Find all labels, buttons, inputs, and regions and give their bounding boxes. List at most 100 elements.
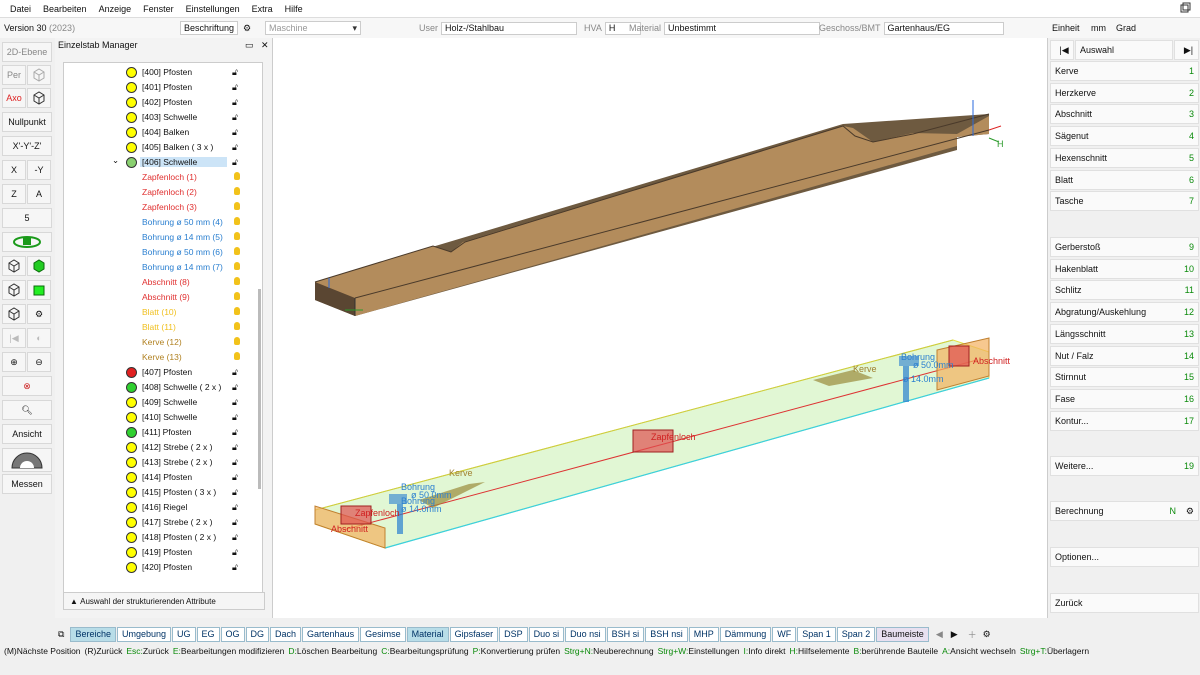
tab-4[interactable]: OG xyxy=(220,626,245,642)
tab-14[interactable]: BSH si xyxy=(606,626,645,642)
lock-icon[interactable]: 🔓︎ xyxy=(232,547,238,558)
tree-row[interactable]: [409] Schwelle 🔓︎ xyxy=(64,395,262,410)
user-field[interactable]: User Holz-/Stahlbau xyxy=(416,21,578,35)
unit-grad[interactable]: Grad xyxy=(1116,21,1136,35)
bulb-icon[interactable] xyxy=(234,247,240,255)
tab-5[interactable]: DG xyxy=(245,626,270,642)
lock-icon[interactable]: 🔓︎ xyxy=(232,427,238,438)
axo-button[interactable]: Axo xyxy=(2,88,26,108)
rotate-view-icon[interactable] xyxy=(2,232,52,252)
tree-row[interactable]: Zapfenloch (3) xyxy=(64,200,262,215)
tree-row[interactable]: [403] Schwelle 🔓︎ xyxy=(64,110,262,125)
operation-item[interactable]: Herzkerve 2 xyxy=(1050,82,1199,103)
view-minus-y-button[interactable]: -Y xyxy=(27,160,51,180)
lock-icon[interactable]: 🔓︎ xyxy=(232,97,238,108)
tab-18[interactable]: WF xyxy=(772,626,797,642)
tree-row[interactable]: [414] Pfosten 🔓︎ xyxy=(64,470,262,485)
lock-icon[interactable]: 🔓︎ xyxy=(232,487,238,498)
tab-15[interactable]: BSH nsi xyxy=(645,626,688,642)
lock-icon[interactable]: 🔓︎ xyxy=(232,127,238,138)
lock-icon[interactable]: 🔓︎ xyxy=(232,382,238,393)
view-5-button[interactable]: 5 xyxy=(2,208,52,228)
outline-cube-icon[interactable] xyxy=(2,280,26,300)
lock-icon[interactable]: 🔓︎ xyxy=(232,367,238,378)
restore-tab-icon[interactable]: ⧉ xyxy=(58,629,64,640)
nullpunkt-button[interactable]: Nullpunkt xyxy=(2,112,52,132)
tree-row[interactable]: [406] Schwelle 🔓︎ ⌄ xyxy=(64,155,262,170)
wireframe-cube-icon[interactable] xyxy=(2,256,26,276)
tree-row[interactable]: [419] Pfosten 🔓︎ xyxy=(64,545,262,560)
bulb-icon[interactable] xyxy=(234,232,240,240)
tab-17[interactable]: Dämmung xyxy=(719,626,772,642)
tree-row[interactable]: [420] Pfosten 🔓︎ xyxy=(64,560,262,575)
operation-item[interactable]: Gerberstoß 9 xyxy=(1050,237,1199,257)
lock-icon[interactable]: 🔓︎ xyxy=(232,142,238,153)
tree-row[interactable]: [413] Strebe ( 2 x ) 🔓︎ xyxy=(64,455,262,470)
lock-icon[interactable]: 🔓︎ xyxy=(232,472,238,483)
menu-bearbeiten[interactable]: Bearbeiten xyxy=(37,4,93,14)
tree-row[interactable]: Bohrung ø 14 mm (5) xyxy=(64,230,262,245)
tree-row[interactable]: [401] Pfosten 🔓︎ xyxy=(64,80,262,95)
view-z-button[interactable]: Z xyxy=(2,184,26,204)
bulb-icon[interactable] xyxy=(234,277,240,285)
tree-row[interactable]: Blatt (11) xyxy=(64,320,262,335)
menu-einstellungen[interactable]: Einstellungen xyxy=(180,4,246,14)
attribute-selection-button[interactable]: ▲ Auswahl der strukturierenden Attribute xyxy=(63,592,265,610)
view-x-button[interactable]: X xyxy=(2,160,26,180)
operation-item[interactable]: Blatt 6 xyxy=(1050,169,1199,190)
messen-button[interactable]: Messen xyxy=(2,474,52,494)
tree-row[interactable]: Abschnitt (8) xyxy=(64,275,262,290)
tree-row[interactable]: Abschnitt (9) xyxy=(64,290,262,305)
tree-row[interactable]: [411] Pfosten 🔓︎ xyxy=(64,425,262,440)
bulb-icon[interactable] xyxy=(234,292,240,300)
tab-11[interactable]: DSP xyxy=(499,626,528,642)
view-a-button[interactable]: A xyxy=(27,184,51,204)
tab-21[interactable]: Baumeiste xyxy=(876,626,929,642)
operation-item[interactable]: Hakenblatt 10 xyxy=(1050,258,1199,279)
tree-row[interactable]: Zapfenloch (1) xyxy=(64,170,262,185)
tree-row[interactable]: Kerve (13) xyxy=(64,350,262,365)
geschoss-field[interactable]: Geschoss/BMT Gartenhaus/EG xyxy=(816,21,1004,35)
operation-item[interactable]: Abschnitt 3 xyxy=(1050,104,1199,125)
operation-item[interactable]: Schlitz 11 xyxy=(1050,280,1199,301)
menu-fenster[interactable]: Fenster xyxy=(137,4,180,14)
menu-hilfe[interactable]: Hilfe xyxy=(279,4,309,14)
lock-icon[interactable]: 🔓︎ xyxy=(232,82,238,93)
lock-icon[interactable]: 🔓︎ xyxy=(232,397,238,408)
model-canvas[interactable]: H Kerve Kerve Zapfenloch Zapfenloch Absc… xyxy=(273,38,1047,618)
lock-icon[interactable]: 🔓︎ xyxy=(232,442,238,453)
lock-icon[interactable]: 🔓︎ xyxy=(232,157,238,168)
operation-item[interactable]: Kerve 1 xyxy=(1050,61,1199,81)
protractor-icon[interactable] xyxy=(2,448,52,472)
tree-row[interactable]: [417] Strebe ( 2 x ) 🔓︎ xyxy=(64,515,262,530)
tab-2[interactable]: UG xyxy=(172,626,196,642)
zoom-window-icon[interactable]: 🔍︎ xyxy=(2,400,52,420)
menu-anzeige[interactable]: Anzeige xyxy=(93,4,138,14)
tree-row[interactable]: Bohrung ø 14 mm (7) xyxy=(64,260,262,275)
lock-icon[interactable]: 🔓︎ xyxy=(232,532,238,543)
menu-datei[interactable]: Datei xyxy=(4,4,37,14)
tab-settings-icon[interactable]: ⚙ xyxy=(983,629,991,640)
lock-icon[interactable]: 🔓︎ xyxy=(232,517,238,528)
maschine-select[interactable]: Maschine ▾ xyxy=(265,21,361,35)
zoom-out-icon[interactable]: ⊖ xyxy=(27,352,51,372)
menu-extra[interactable]: Extra xyxy=(246,4,279,14)
tree-row[interactable]: [402] Pfosten 🔓︎ xyxy=(64,95,262,110)
tree-row[interactable]: Zapfenloch (2) xyxy=(64,185,262,200)
operation-item[interactable]: Abgratung/Auskehlung 12 xyxy=(1050,302,1199,323)
tab-3[interactable]: EG xyxy=(196,626,220,642)
perspective-cube-icon[interactable] xyxy=(27,65,51,85)
last-icon[interactable]: ▶| xyxy=(1174,40,1199,60)
bulb-disabled-icon[interactable]: ◐ xyxy=(27,328,51,348)
bulb-icon[interactable] xyxy=(234,202,240,210)
operation-item[interactable]: Fase 16 xyxy=(1050,388,1199,409)
material-field[interactable]: Material Unbestimmt xyxy=(626,21,821,35)
tree-row[interactable]: [407] Pfosten 🔓︎ xyxy=(64,365,262,380)
tree-row[interactable]: Bohrung ø 50 mm (6) xyxy=(64,245,262,260)
tab-20[interactable]: Span 2 xyxy=(836,626,876,642)
operation-item[interactable]: Stirnnut 15 xyxy=(1050,367,1199,388)
tree-row[interactable]: [404] Balken 🔓︎ xyxy=(64,125,262,140)
lock-icon[interactable]: 🔓︎ xyxy=(232,562,238,573)
xyz-button[interactable]: X'-Y'-Z' xyxy=(2,136,52,156)
close-icon[interactable]: ✕ xyxy=(261,40,269,51)
